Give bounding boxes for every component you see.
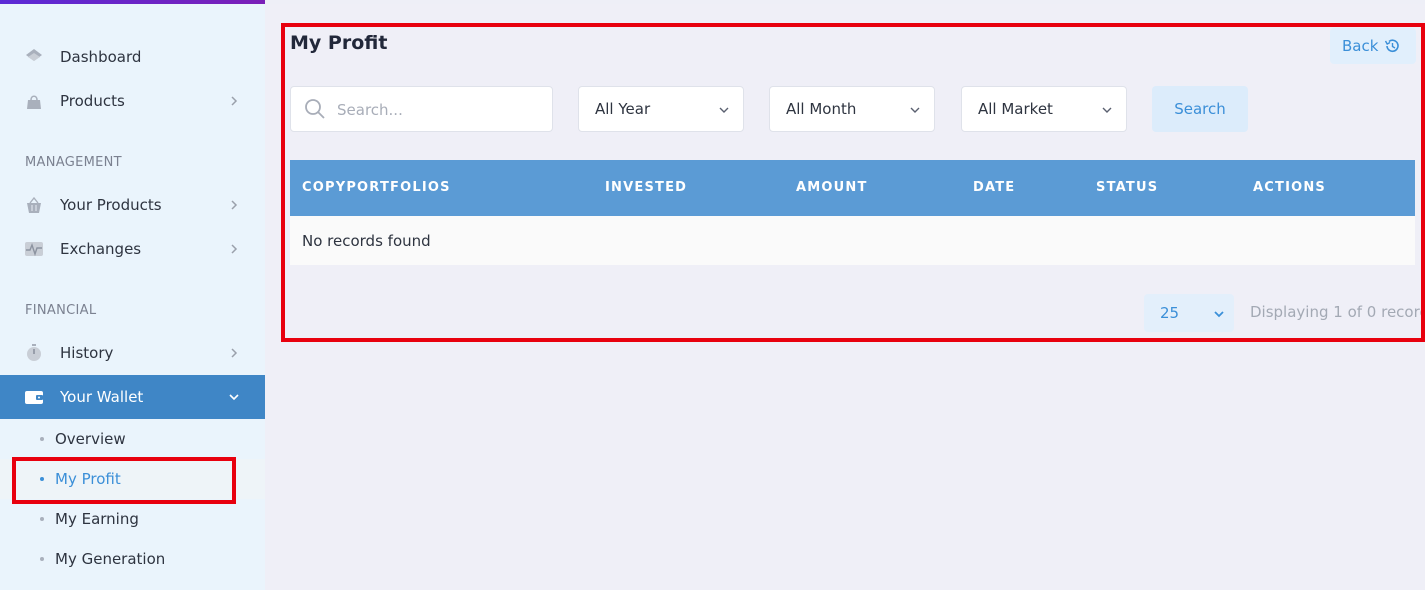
sidebar-item-label: Your Products [60,196,162,214]
chevron-down-icon [1214,311,1224,318]
page-title: My Profit [290,32,388,54]
year-select-value: All Year [595,100,651,118]
column-header-copyportfolios[interactable]: COPYPORTFOLIOS [302,180,451,195]
page-size-value: 25 [1160,304,1180,322]
sidebar-item-products[interactable]: Products [0,79,265,123]
market-select-value: All Market [978,100,1053,118]
bullet-dot [40,437,44,441]
column-header-date[interactable]: DATE [973,180,1015,195]
sidebar-item-dashboard[interactable]: Dashboard [0,35,265,79]
search-icon [305,99,325,119]
chevron-down-icon [719,107,729,113]
sidebar-subitem-label: My Earning [55,510,139,528]
bullet-dot [40,477,44,481]
sidebar-item-label: Dashboard [60,48,142,66]
chevron-down-icon [1102,107,1112,113]
table-header: COPYPORTFOLIOS INVESTED AMOUNT DATE STAT… [290,160,1415,216]
back-button-label: Back [1342,37,1379,55]
column-header-actions: ACTIONS [1253,180,1327,195]
sidebar-item-label: Your Wallet [60,388,144,406]
chevron-right-icon [231,348,238,358]
month-select-value: All Month [786,100,857,118]
sidebar-item-your-wallet[interactable]: Your Wallet [0,375,265,419]
bullet-dot [40,517,44,521]
sidebar-item-exchanges[interactable]: Exchanges [0,227,265,271]
chevron-down-icon [910,107,920,113]
sidebar-subitem-my-generation[interactable]: My Generation [0,539,265,579]
sidebar-subitem-overview[interactable]: Overview [0,419,265,459]
layers-icon [26,49,42,61]
sidebar-item-label: Products [60,92,125,110]
history-back-icon [1385,39,1400,52]
section-label-management: MANAGEMENT [25,155,122,170]
search-input[interactable] [337,99,537,121]
sidebar-subitem-label: My Profit [55,470,121,488]
search-button[interactable]: Search [1152,86,1248,132]
chevron-right-icon [231,244,238,254]
search-field[interactable] [290,86,553,132]
chevron-right-icon [231,96,238,106]
chevron-right-icon [231,200,238,210]
back-button[interactable]: Back [1330,28,1416,64]
column-header-status[interactable]: STATUS [1096,180,1158,195]
basket-icon [27,196,41,213]
sidebar-subitem-my-profit[interactable]: My Profit [0,459,265,499]
bullet-dot [40,557,44,561]
market-select[interactable]: All Market [961,86,1127,132]
section-label-financial: FINANCIAL [25,303,97,318]
sidebar-subitem-label: Overview [55,430,126,448]
column-header-invested[interactable]: INVESTED [605,180,687,195]
sidebar-subitem-label: My Generation [55,550,166,568]
page-size-select[interactable]: 25 [1144,294,1234,332]
year-select[interactable]: All Year [578,86,744,132]
month-select[interactable]: All Month [769,86,935,132]
bag-icon [27,95,41,109]
stopwatch-icon [27,344,41,361]
records-info: Displaying 1 of 0 records [1250,303,1425,321]
sidebar-item-your-products[interactable]: Your Products [0,183,265,227]
pulse-icon [25,242,43,257]
empty-table-message: No records found [290,216,1415,265]
sidebar-item-label: Exchanges [60,240,142,258]
column-header-amount[interactable]: AMOUNT [796,180,868,195]
wallet-icon [25,391,43,404]
chevron-down-icon [229,394,239,401]
sidebar-item-label: History [60,344,114,362]
sidebar-subitem-my-earning[interactable]: My Earning [0,499,265,539]
sidebar-item-history[interactable]: History [0,331,265,375]
